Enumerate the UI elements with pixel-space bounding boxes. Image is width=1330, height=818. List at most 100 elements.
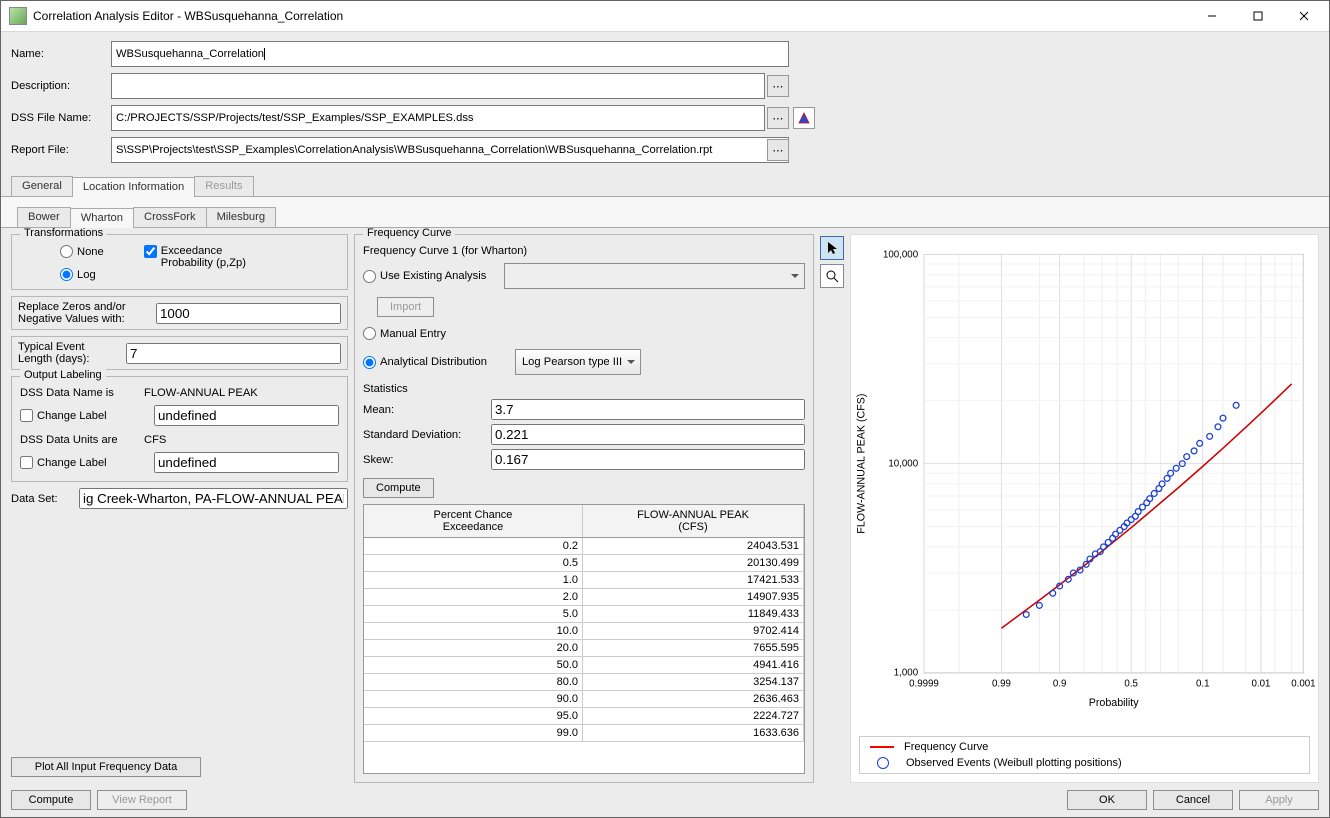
compute-button[interactable]: Compute [11, 790, 91, 810]
table-row[interactable]: 0.224043.531 [364, 538, 804, 555]
replace-label-2: Negative Values with: [18, 313, 148, 325]
check-change-label-1[interactable]: Change Label [20, 409, 136, 422]
radio-analytical[interactable]: Analytical Distribution [363, 356, 487, 369]
table-row[interactable]: 95.02224.727 [364, 708, 804, 725]
mean-input[interactable] [491, 399, 805, 420]
table-row[interactable]: 50.04941.416 [364, 657, 804, 674]
dss-label: DSS File Name: [11, 112, 111, 124]
svg-text:0.99: 0.99 [992, 678, 1011, 689]
desc-label: Description: [11, 80, 111, 92]
table-row[interactable]: 90.02636.463 [364, 691, 804, 708]
radio-log[interactable]: Log [60, 268, 104, 281]
report-field[interactable]: S\SSP\Projects\test\SSP_Examples\Correla… [111, 137, 789, 163]
table-row[interactable]: 99.01633.636 [364, 725, 804, 742]
loc-tab-bower[interactable]: Bower [17, 207, 71, 227]
typical-label-1: Typical Event [18, 341, 118, 353]
svg-text:0.5: 0.5 [1124, 678, 1138, 689]
table-row[interactable]: 20.07655.595 [364, 640, 804, 657]
svg-text:1,000: 1,000 [894, 668, 919, 679]
tab-general[interactable]: General [11, 176, 73, 196]
mean-label: Mean: [363, 404, 483, 416]
row-desc: Description: ⋯ [1, 70, 1329, 102]
cancel-button[interactable]: Cancel [1153, 790, 1233, 810]
close-button[interactable] [1281, 2, 1327, 30]
svg-text:0.9999: 0.9999 [909, 678, 939, 689]
replace-value[interactable] [156, 303, 341, 324]
chart-tools [820, 234, 844, 783]
check-exceedance[interactable]: Exceedance Probability (p,Zp) [144, 245, 271, 281]
legend-swatch-line [870, 746, 894, 748]
dataset-value [79, 488, 348, 509]
sd-input[interactable] [491, 424, 805, 445]
desc-browse-button[interactable]: ⋯ [767, 75, 789, 97]
transformations-legend: Transformations [20, 228, 107, 239]
dss-field[interactable]: C:/PROJECTS/SSP/Projects/test/SSP_Exampl… [111, 105, 765, 131]
radio-none[interactable]: None [60, 245, 104, 258]
dss-plot-button[interactable] [793, 107, 815, 129]
app-icon [9, 7, 27, 25]
loc-tab-milesburg[interactable]: Milesburg [206, 207, 277, 227]
table-row[interactable]: 0.520130.499 [364, 555, 804, 572]
plot-all-button[interactable]: Plot All Input Frequency Data [11, 757, 201, 777]
typical-event-row: Typical Event Length (days): [11, 336, 348, 370]
tab-location-information[interactable]: Location Information [72, 177, 195, 197]
dss-units-are-label: DSS Data Units are [20, 434, 136, 446]
output-labeling-group: Output Labeling DSS Data Name is FLOW-AN… [11, 376, 348, 482]
table-row[interactable]: 1.017421.533 [364, 572, 804, 589]
existing-analysis-select [504, 263, 805, 289]
replace-label-1: Replace Zeros and/or [18, 301, 148, 313]
row-name: Name: WBSusquehanna_Correlation [1, 38, 1329, 70]
distribution-select[interactable]: Log Pearson type III [515, 349, 641, 375]
name-field[interactable]: WBSusquehanna_Correlation [111, 41, 789, 67]
dss-browse-button[interactable]: ⋯ [767, 107, 789, 129]
titlebar: Correlation Analysis Editor - WBSusqueha… [1, 1, 1329, 32]
table-row[interactable]: 2.014907.935 [364, 589, 804, 606]
check-change-label-2[interactable]: Change Label [20, 456, 136, 469]
ok-button[interactable]: OK [1067, 790, 1147, 810]
svg-text:0.1: 0.1 [1196, 678, 1210, 689]
maximize-button[interactable] [1235, 2, 1281, 30]
skew-label: Skew: [363, 454, 483, 466]
report-browse-button[interactable]: ⋯ [767, 139, 789, 161]
typical-value[interactable] [126, 343, 341, 364]
loc-tab-wharton[interactable]: Wharton [70, 208, 134, 228]
desc-field[interactable] [111, 73, 765, 99]
change-label-2-value [154, 452, 339, 473]
radio-use-existing[interactable]: Use Existing Analysis [363, 270, 486, 283]
minimize-button[interactable] [1189, 2, 1235, 30]
table-row[interactable]: 5.011849.433 [364, 606, 804, 623]
tab-results: Results [194, 176, 253, 196]
name-value: WBSusquehanna_Correlation [116, 48, 265, 60]
svg-text:FLOW-ANNUAL PEAK (CFS): FLOW-ANNUAL PEAK (CFS) [856, 394, 868, 534]
dataset-row: Data Set: [11, 488, 348, 509]
change-label-1-value [154, 405, 339, 426]
pointer-tool[interactable] [820, 236, 844, 260]
replace-zeros-row: Replace Zeros and/or Negative Values wit… [11, 296, 348, 330]
frequency-curve-legend: Frequency Curve [363, 228, 455, 239]
legend-swatch-circle [877, 757, 889, 769]
frequency-curve-group: Frequency Curve Frequency Curve 1 (for W… [354, 234, 814, 783]
transformations-group: Transformations None Log Exceedance Prob… [11, 234, 348, 290]
freq-curve-for: Frequency Curve 1 (for Wharton) [363, 245, 805, 257]
typical-label-2: Length (days): [18, 353, 118, 365]
report-label: Report File: [11, 144, 111, 156]
main-tabs: General Location Information Results [1, 172, 1329, 197]
skew-input[interactable] [491, 449, 805, 470]
output-labeling-legend: Output Labeling [20, 369, 106, 381]
chart-legend: Frequency Curve Observed Events (Weibull… [859, 736, 1310, 774]
table-row[interactable]: 80.03254.137 [364, 674, 804, 691]
app-window: Correlation Analysis Editor - WBSusqueha… [0, 0, 1330, 818]
svg-text:0.001: 0.001 [1291, 678, 1315, 689]
loc-tab-crossfork[interactable]: CrossFork [133, 207, 207, 227]
name-label: Name: [11, 48, 111, 60]
svg-text:10,000: 10,000 [888, 459, 918, 470]
svg-text:0.01: 0.01 [1251, 678, 1270, 689]
table-row[interactable]: 10.09702.414 [364, 623, 804, 640]
import-button: Import [377, 297, 434, 317]
view-report-button: View Report [97, 790, 187, 810]
left-column: Transformations None Log Exceedance Prob… [11, 234, 348, 783]
dataset-label: Data Set: [11, 493, 71, 505]
zoom-tool[interactable] [820, 264, 844, 288]
freq-compute-button[interactable]: Compute [363, 478, 434, 498]
radio-manual-entry[interactable]: Manual Entry [363, 327, 446, 340]
